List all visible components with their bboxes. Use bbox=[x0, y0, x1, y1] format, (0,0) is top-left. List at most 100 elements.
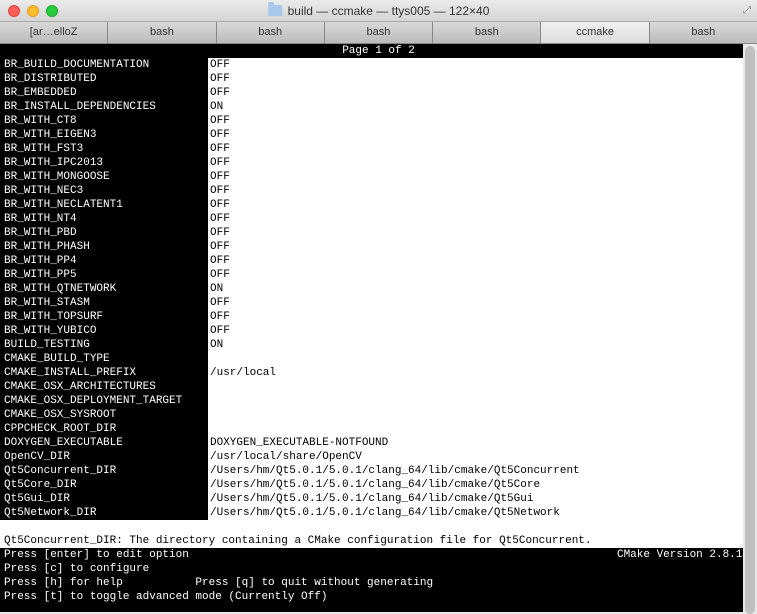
tab-1[interactable]: bash bbox=[108, 22, 216, 43]
option-row[interactable]: BR_WITH_MONGOOSEOFF bbox=[0, 170, 757, 184]
option-row[interactable]: BR_DISTRIBUTEDOFF bbox=[0, 72, 757, 86]
option-name: BR_WITH_NT4 bbox=[0, 212, 208, 226]
option-value[interactable]: OFF bbox=[208, 310, 757, 324]
option-value[interactable]: ON bbox=[208, 282, 757, 296]
option-value[interactable]: /usr/local bbox=[208, 366, 757, 380]
option-value[interactable]: OFF bbox=[208, 254, 757, 268]
option-row[interactable]: BR_WITH_FST3OFF bbox=[0, 142, 757, 156]
option-value[interactable]: OFF bbox=[208, 184, 757, 198]
blank-row bbox=[0, 520, 757, 534]
option-row[interactable]: BR_WITH_EIGEN3OFF bbox=[0, 128, 757, 142]
option-value[interactable]: OFF bbox=[208, 170, 757, 184]
option-value[interactable]: OFF bbox=[208, 156, 757, 170]
option-value[interactable]: OFF bbox=[208, 226, 757, 240]
option-name: BR_WITH_PBD bbox=[0, 226, 208, 240]
option-value[interactable]: /Users/hm/Qt5.0.1/5.0.1/clang_64/lib/cma… bbox=[208, 506, 757, 520]
option-row[interactable]: DOXYGEN_EXECUTABLEDOXYGEN_EXECUTABLE-NOT… bbox=[0, 436, 757, 450]
option-value[interactable]: ON bbox=[208, 338, 757, 352]
option-row[interactable]: BR_INSTALL_DEPENDENCIESON bbox=[0, 100, 757, 114]
option-name: CMAKE_OSX_DEPLOYMENT_TARGET bbox=[0, 394, 208, 408]
option-row[interactable]: BR_BUILD_DOCUMENTATIONOFF bbox=[0, 58, 757, 72]
window-title-text: build — ccmake — ttys005 — 122×40 bbox=[288, 4, 490, 18]
option-value[interactable]: /Users/hm/Qt5.0.1/5.0.1/clang_64/lib/cma… bbox=[208, 464, 757, 478]
close-icon[interactable] bbox=[8, 5, 20, 17]
footer-row-3: Press [h] for help Press [q] to quit wit… bbox=[0, 576, 757, 590]
option-row[interactable]: OpenCV_DIR/usr/local/share/OpenCV bbox=[0, 450, 757, 464]
option-row[interactable]: BR_WITH_STASMOFF bbox=[0, 296, 757, 310]
option-value[interactable]: OFF bbox=[208, 86, 757, 100]
hint-help-quit: Press [h] for help Press [q] to quit wit… bbox=[0, 576, 433, 590]
option-value[interactable]: OFF bbox=[208, 198, 757, 212]
option-value[interactable]: OFF bbox=[208, 72, 757, 86]
hint-configure: Press [c] to configure bbox=[0, 562, 149, 576]
option-row[interactable]: BR_WITH_TOPSURFOFF bbox=[0, 310, 757, 324]
option-value[interactable] bbox=[208, 394, 757, 408]
option-row[interactable]: BR_WITH_PBDOFF bbox=[0, 226, 757, 240]
option-row[interactable]: Qt5Concurrent_DIR/Users/hm/Qt5.0.1/5.0.1… bbox=[0, 464, 757, 478]
tab-4[interactable]: bash bbox=[433, 22, 541, 43]
option-row[interactable]: CMAKE_OSX_ARCHITECTURES bbox=[0, 380, 757, 394]
option-value[interactable]: OFF bbox=[208, 142, 757, 156]
options-list: BR_BUILD_DOCUMENTATIONOFFBR_DISTRIBUTEDO… bbox=[0, 58, 757, 520]
folder-icon bbox=[268, 5, 282, 16]
option-name: BR_WITH_QTNETWORK bbox=[0, 282, 208, 296]
expand-icon[interactable]: ⤢ bbox=[743, 5, 751, 17]
option-row[interactable]: CMAKE_BUILD_TYPE bbox=[0, 352, 757, 366]
option-name: BR_WITH_STASM bbox=[0, 296, 208, 310]
option-row[interactable]: Qt5Core_DIR/Users/hm/Qt5.0.1/5.0.1/clang… bbox=[0, 478, 757, 492]
option-row[interactable]: BR_WITH_NECLATENT1OFF bbox=[0, 198, 757, 212]
option-row[interactable]: BR_WITH_PP5OFF bbox=[0, 268, 757, 282]
tab-2[interactable]: bash bbox=[217, 22, 325, 43]
option-value[interactable]: DOXYGEN_EXECUTABLE-NOTFOUND bbox=[208, 436, 757, 450]
option-row[interactable]: BR_EMBEDDEDOFF bbox=[0, 86, 757, 100]
option-value[interactable] bbox=[208, 352, 757, 366]
zoom-icon[interactable] bbox=[46, 5, 58, 17]
option-row[interactable]: BUILD_TESTINGON bbox=[0, 338, 757, 352]
option-row[interactable]: BR_WITH_CT8OFF bbox=[0, 114, 757, 128]
minimize-icon[interactable] bbox=[27, 5, 39, 17]
option-row[interactable]: BR_WITH_PHASHOFF bbox=[0, 240, 757, 254]
tab-3[interactable]: bash bbox=[325, 22, 433, 43]
option-value[interactable]: OFF bbox=[208, 296, 757, 310]
option-row[interactable]: BR_WITH_NEC3OFF bbox=[0, 184, 757, 198]
option-value[interactable]: /usr/local/share/OpenCV bbox=[208, 450, 757, 464]
option-row[interactable]: BR_WITH_NT4OFF bbox=[0, 212, 757, 226]
option-name: Qt5Gui_DIR bbox=[0, 492, 208, 506]
option-value[interactable]: OFF bbox=[208, 212, 757, 226]
tab-6[interactable]: bash bbox=[650, 22, 757, 43]
window-titlebar: build — ccmake — ttys005 — 122×40 ⤢ bbox=[0, 0, 757, 22]
option-value[interactable]: OFF bbox=[208, 114, 757, 128]
option-row[interactable]: CPPCHECK_ROOT_DIR bbox=[0, 422, 757, 436]
option-name: CMAKE_BUILD_TYPE bbox=[0, 352, 208, 366]
option-name: CMAKE_OSX_SYSROOT bbox=[0, 408, 208, 422]
tab-5[interactable]: ccmake bbox=[541, 22, 649, 43]
option-value[interactable]: OFF bbox=[208, 268, 757, 282]
option-name: CMAKE_OSX_ARCHITECTURES bbox=[0, 380, 208, 394]
option-row[interactable]: CMAKE_INSTALL_PREFIX/usr/local bbox=[0, 366, 757, 380]
option-row[interactable]: Qt5Gui_DIR/Users/hm/Qt5.0.1/5.0.1/clang_… bbox=[0, 492, 757, 506]
option-value[interactable]: OFF bbox=[208, 324, 757, 338]
option-row[interactable]: CMAKE_OSX_DEPLOYMENT_TARGET bbox=[0, 394, 757, 408]
option-value[interactable]: OFF bbox=[208, 58, 757, 72]
scrollbar[interactable] bbox=[743, 44, 757, 612]
option-row[interactable]: BR_WITH_YUBICOOFF bbox=[0, 324, 757, 338]
option-value[interactable]: ON bbox=[208, 100, 757, 114]
option-name: BR_WITH_PP4 bbox=[0, 254, 208, 268]
option-value[interactable]: /Users/hm/Qt5.0.1/5.0.1/clang_64/lib/cma… bbox=[208, 478, 757, 492]
option-value[interactable] bbox=[208, 422, 757, 436]
option-value[interactable]: OFF bbox=[208, 128, 757, 142]
option-name: BR_WITH_TOPSURF bbox=[0, 310, 208, 324]
option-value[interactable] bbox=[208, 380, 757, 394]
option-value[interactable] bbox=[208, 408, 757, 422]
terminal-area[interactable]: Page 1 of 2 BR_BUILD_DOCUMENTATIONOFFBR_… bbox=[0, 44, 757, 612]
option-row[interactable]: BR_WITH_IPC2013OFF bbox=[0, 156, 757, 170]
tab-0[interactable]: [ar…elloZ bbox=[0, 22, 108, 43]
option-row[interactable]: CMAKE_OSX_SYSROOT bbox=[0, 408, 757, 422]
option-value[interactable]: /Users/hm/Qt5.0.1/5.0.1/clang_64/lib/cma… bbox=[208, 492, 757, 506]
option-value[interactable]: OFF bbox=[208, 240, 757, 254]
scrollbar-thumb[interactable] bbox=[745, 46, 755, 614]
option-row[interactable]: BR_WITH_QTNETWORKON bbox=[0, 282, 757, 296]
option-row[interactable]: Qt5Network_DIR/Users/hm/Qt5.0.1/5.0.1/cl… bbox=[0, 506, 757, 520]
terminal-content: Page 1 of 2 BR_BUILD_DOCUMENTATIONOFFBR_… bbox=[0, 44, 757, 612]
option-row[interactable]: BR_WITH_PP4OFF bbox=[0, 254, 757, 268]
